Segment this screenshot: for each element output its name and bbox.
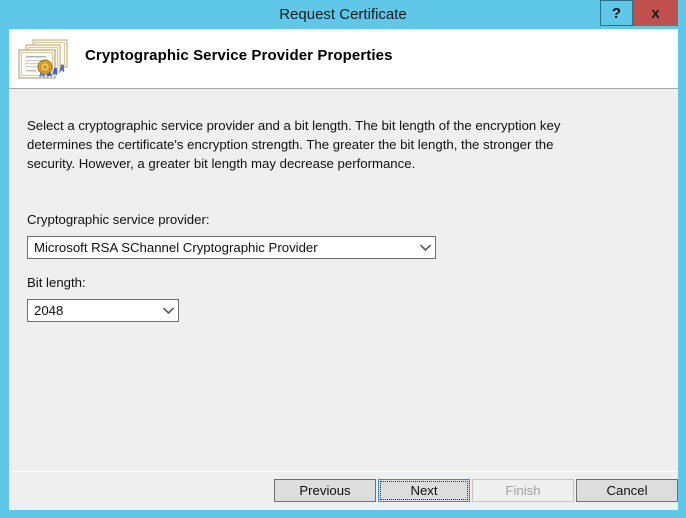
bit-length-dropdown[interactable]: 2048 — [27, 299, 179, 322]
bit-length-label: Bit length: — [27, 275, 86, 290]
close-button[interactable]: x — [633, 0, 678, 26]
next-button-label: Next — [380, 481, 468, 500]
csp-label: Cryptographic service provider: — [27, 212, 210, 227]
title-bar: Request Certificate ? x — [0, 0, 686, 29]
help-button[interactable]: ? — [600, 0, 633, 26]
cancel-button[interactable]: Cancel — [576, 479, 678, 502]
page-title: Cryptographic Service Provider Propertie… — [85, 47, 393, 64]
dialog-header: Cryptographic Service Provider Propertie… — [9, 29, 678, 89]
certificates-stack-icon — [17, 38, 71, 82]
window-bottom-border — [0, 510, 686, 518]
csp-dropdown[interactable]: Microsoft RSA SChannel Cryptographic Pro… — [27, 236, 436, 259]
dialog-frame: Cryptographic Service Provider Propertie… — [9, 29, 678, 510]
chevron-down-icon — [415, 237, 435, 258]
csp-selected-value: Microsoft RSA SChannel Cryptographic Pro… — [28, 240, 415, 255]
dialog-body: Select a cryptographic service provider … — [9, 89, 678, 471]
chevron-down-icon — [158, 300, 178, 321]
instruction-text: Select a cryptographic service provider … — [27, 116, 605, 173]
bit-length-selected-value: 2048 — [28, 303, 158, 318]
previous-button[interactable]: Previous — [274, 479, 376, 502]
window-controls: ? x — [600, 0, 678, 26]
window-title: Request Certificate — [0, 0, 686, 29]
finish-button: Finish — [472, 479, 574, 502]
dialog-footer: Previous Next Finish Cancel — [9, 471, 678, 510]
next-button[interactable]: Next — [378, 479, 470, 502]
request-certificate-dialog: Request Certificate ? x — [0, 0, 686, 518]
